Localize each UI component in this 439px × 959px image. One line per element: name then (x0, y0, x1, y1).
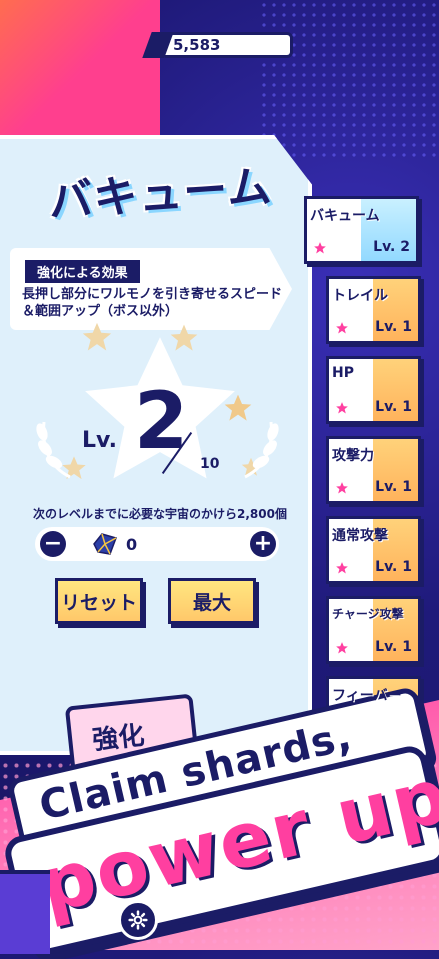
bottom-left-decoration (0, 870, 50, 954)
currency-value: 5,583 (173, 36, 221, 54)
gear-icon (128, 910, 148, 930)
star-icon (336, 562, 348, 574)
star-icon (336, 642, 348, 654)
tab-name: チャージ攻撃 (332, 607, 404, 621)
tab-level: Lv. 1 (375, 319, 412, 335)
tab-name: HP (332, 365, 354, 381)
tab-name: 通常攻撃 (332, 528, 388, 544)
tab-trail[interactable]: トレイル Lv. 1 (326, 276, 421, 344)
effect-label: 強化による効果 (25, 260, 140, 283)
shard-icon (93, 533, 117, 555)
star-icon (336, 482, 348, 494)
next-level-requirement: 次のレベルまでに必要な宇宙のかけら2,800個 (33, 507, 287, 521)
tab-vacuum[interactable]: バキューム Lv. 2 (304, 196, 419, 264)
effect-description: 長押し部分にワルモノを引き寄せるスピード＆範囲アップ（ボス以外） (22, 287, 283, 319)
tab-charge-attack[interactable]: チャージ攻撃 Lv. 1 (326, 596, 421, 664)
star-icon (336, 402, 348, 414)
max-button[interactable]: 最大 (168, 578, 256, 624)
minus-button[interactable]: − (40, 531, 66, 557)
max-level: 10 (200, 456, 220, 472)
tab-level: Lv. 2 (373, 239, 410, 255)
plus-button[interactable]: + (250, 531, 276, 557)
tab-name: 攻撃力 (332, 448, 374, 464)
background-dots (259, 0, 439, 160)
currency-counter: 5,583 (142, 32, 293, 58)
max-button-label: 最大 (192, 591, 231, 614)
tab-normal-attack[interactable]: 通常攻撃 Lv. 1 (326, 516, 421, 584)
star-icon (314, 242, 326, 254)
tab-level: Lv. 1 (375, 639, 412, 655)
tab-level: Lv. 1 (375, 479, 412, 495)
shard-count: 0 (126, 535, 138, 554)
level-label: Lv. (82, 428, 117, 453)
tab-level: Lv. 1 (375, 559, 412, 575)
reset-button-label: リセット (60, 591, 137, 614)
reset-button[interactable]: リセット (55, 578, 143, 624)
tab-name: バキューム (310, 208, 380, 224)
tab-level: Lv. 1 (375, 399, 412, 415)
settings-button[interactable] (118, 900, 158, 940)
tab-hp[interactable]: HP Lv. 1 (326, 356, 421, 424)
star-icon (336, 322, 348, 334)
tab-attack[interactable]: 攻撃力 Lv. 1 (326, 436, 421, 504)
tab-name: トレイル (332, 288, 388, 304)
tab-name: フィーバー (332, 688, 402, 704)
shard-stepper (35, 527, 279, 561)
